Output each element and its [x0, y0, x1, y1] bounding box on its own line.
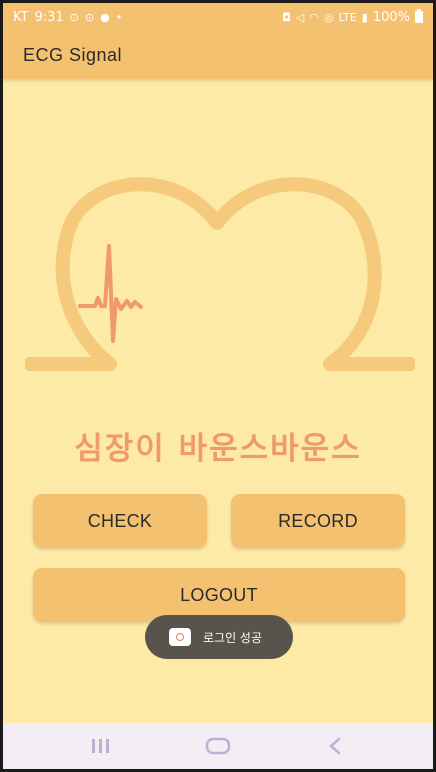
- app-icon: [169, 628, 191, 646]
- status-right: ◘ ◁ ◠ ◎ LTE ▮ 100%: [282, 9, 423, 25]
- wifi-icon: ◠: [309, 10, 319, 24]
- hotspot-icon: ◎: [323, 10, 334, 24]
- clock: 9:31: [34, 9, 64, 25]
- system-nav-bar: [3, 723, 433, 769]
- carrier-label: KT: [13, 9, 29, 25]
- toast-notification: 로그인 성공: [145, 615, 293, 659]
- network-label: LTE: [338, 10, 357, 24]
- app-headline: 심장이 바운스바운스: [74, 431, 362, 467]
- notification-icon: ⊙: [84, 10, 95, 24]
- status-left: KT 9:31 ⊙ ⊙ ● •: [13, 10, 122, 25]
- battery-icon: [415, 9, 423, 23]
- alarm-icon: ◘: [282, 10, 291, 24]
- ecg-line: [78, 244, 143, 343]
- check-button[interactable]: CHECK: [33, 494, 207, 548]
- app-bar: ECG Signal: [3, 31, 433, 79]
- battery-label: 100%: [372, 9, 410, 25]
- heart-shape: [25, 177, 415, 371]
- logout-button[interactable]: LOGOUT: [33, 568, 405, 622]
- notification-icon: ⊙: [69, 10, 79, 24]
- ecg-trace: [78, 244, 143, 343]
- app-screen: KT 9:31 ⊙ ⊙ ● • ◘ ◁ ◠ ◎ LTE ▮ 100% ECG S…: [3, 3, 433, 769]
- dot-icon: •: [115, 10, 123, 24]
- record-button[interactable]: RECORD: [231, 494, 405, 548]
- mute-icon: ◁: [295, 10, 305, 24]
- heart-ecg-logo: [25, 177, 415, 371]
- signal-icon: ▮: [361, 10, 368, 24]
- chat-icon: ●: [100, 10, 110, 24]
- app-title: ECG Signal: [23, 44, 123, 65]
- recents-icon[interactable]: [81, 731, 121, 761]
- toast-message: 로그인 성공: [203, 630, 263, 645]
- heart-outline: [25, 177, 415, 371]
- status-bar: KT 9:31 ⊙ ⊙ ● • ◘ ◁ ◠ ◎ LTE ▮ 100%: [3, 3, 433, 31]
- home-icon[interactable]: [198, 731, 238, 761]
- back-icon[interactable]: [315, 731, 355, 761]
